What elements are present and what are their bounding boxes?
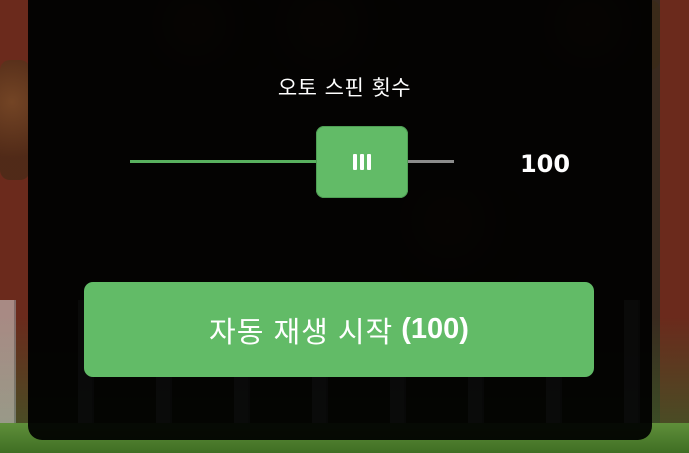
start-autoplay-button[interactable]: 자동 재생 시작 (100)	[84, 282, 594, 377]
start-autoplay-label: 자동 재생 시작	[209, 316, 394, 349]
grip-lines-icon	[353, 154, 371, 170]
slider-fill	[130, 160, 318, 163]
spin-count-value: 100	[519, 150, 571, 178]
spin-count-slider-thumb[interactable]	[316, 126, 408, 198]
dialog-title: 오토 스핀 횟수	[277, 76, 412, 100]
start-autoplay-count: (100)	[401, 313, 469, 345]
